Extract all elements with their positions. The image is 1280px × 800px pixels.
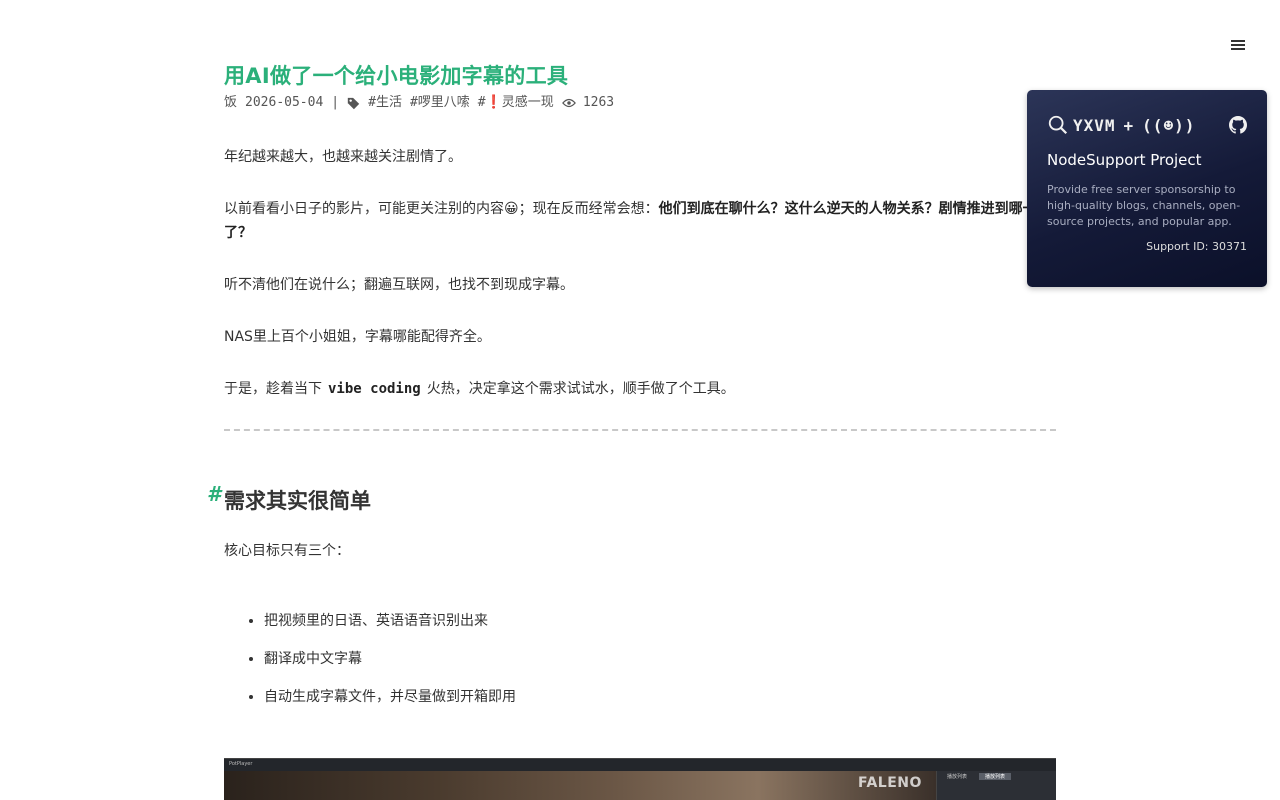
video-watermark: FALENO <box>858 775 922 791</box>
paragraph: 于是，趁着当下 vibe coding 火热，决定拿这个需求试试水，顺手做了个工具。 <box>224 377 1056 401</box>
github-icon[interactable] <box>1229 116 1247 134</box>
paragraph-text: 以前看看小日子的影片，可能更关注别的内容😀；现在反而经常会想： <box>224 201 659 217</box>
paragraph: NAS里上百个小姐姐，字幕哪能配得齐全。 <box>224 329 491 345</box>
paragraph: 年纪越来越大，也越来越关注剧情了。 <box>224 149 462 165</box>
view-count: 1263 <box>582 95 615 110</box>
paragraph: 以前看看小日子的影片，可能更关注别的内容😀；现在反而经常会想：他们到底在聊什么？… <box>224 197 1056 245</box>
post-title: 用AI做了一个给小电影加字幕的工具 <box>224 64 569 88</box>
broadcast-icon: ((☻)) <box>1142 115 1196 135</box>
sponsor-description: Provide free server sponsorship to high-… <box>1047 183 1241 228</box>
paragraph: 听不清他们在说什么；翻遍互联网，也找不到现成字幕。 <box>224 277 574 293</box>
player-app-label: PotPlayer <box>229 761 253 767</box>
menu-line <box>1231 40 1245 42</box>
tag-inspiration-label: 灵感一现 <box>501 95 554 110</box>
tag-life[interactable]: #生活 <box>368 93 402 113</box>
paragraph-text: 于是，趁着当下 <box>224 381 322 397</box>
tag-icon <box>347 97 360 109</box>
sidepanel-tabs: 播放列表 播放列表 <box>947 773 1012 780</box>
eye-icon <box>561 98 576 108</box>
meta-separator: | <box>331 95 340 110</box>
exclamation-icon: ❗ <box>485 95 502 110</box>
article-screenshot-image: PotPlayer FALENO 播放列表 播放列表 <box>224 758 1056 800</box>
video-frame <box>224 771 936 800</box>
article: 用AI做了一个给小电影加字幕的工具 饭 2026-05-04 | #生活 #啰里… <box>207 60 1056 723</box>
post-meta: 饭 2026-05-04 | #生活 #啰里八嗦 #❗灵感一现 1263 <box>224 93 1056 113</box>
author: 饭 <box>224 95 238 110</box>
sponsor-logo-plus: + <box>1123 115 1135 135</box>
post-date: 2026-05-04 <box>245 95 324 110</box>
section-divider <box>224 429 1056 431</box>
section-lead: 核心目标只有三个： <box>224 543 350 559</box>
heading-anchor-link[interactable]: # <box>207 478 221 510</box>
sponsor-logo-row: YXVM + ((☻)) <box>1047 110 1247 140</box>
magnifier-icon <box>1048 115 1068 135</box>
section-heading: # 需求其实很简单 <box>207 482 1056 517</box>
post-content: 年纪越来越大，也越来越关注剧情了。 以前看看小日子的影片，可能更关注别的内容😀；… <box>224 145 1056 401</box>
requirements-list: 把视频里的日语、英语语音识别出来 翻译成中文字幕 自动生成字幕文件，并尽量做到开… <box>224 609 1056 709</box>
sponsor-logo-text: YXVM <box>1073 115 1116 135</box>
menu-line <box>1231 44 1245 46</box>
player-sidepanel: 播放列表 播放列表 <box>936 771 1056 800</box>
menu-icon[interactable] <box>1229 38 1249 54</box>
sponsor-logo: YXVM + ((☻)) <box>1047 114 1195 136</box>
sidepanel-tab: 播放列表 <box>947 774 968 780</box>
sponsor-title: NodeSupport Project <box>1047 151 1202 169</box>
inline-code: vibe coding <box>328 381 421 397</box>
tag-inspiration-hash: # <box>477 95 486 110</box>
menu-line <box>1231 48 1245 50</box>
sponsor-card[interactable]: YXVM + ((☻)) NodeSupport Project Provide… <box>1027 90 1267 287</box>
section-heading-text: 需求其实很简单 <box>224 489 371 513</box>
tag-chatter[interactable]: #啰里八嗦 <box>410 93 470 113</box>
player-titlebar: PotPlayer <box>224 759 1056 771</box>
list-item: 自动生成字幕文件，并尽量做到开箱即用 <box>264 685 1056 709</box>
list-item: 翻译成中文字幕 <box>264 647 1056 671</box>
list-item: 把视频里的日语、英语语音识别出来 <box>264 609 1056 633</box>
tag-inspiration[interactable]: #❗灵感一现 <box>478 93 554 113</box>
sidepanel-tab-active: 播放列表 <box>979 773 1012 780</box>
paragraph-text: 火热，决定拿这个需求试试水，顺手做了个工具。 <box>426 381 735 397</box>
support-id: Support ID: 30371 <box>1146 240 1247 253</box>
